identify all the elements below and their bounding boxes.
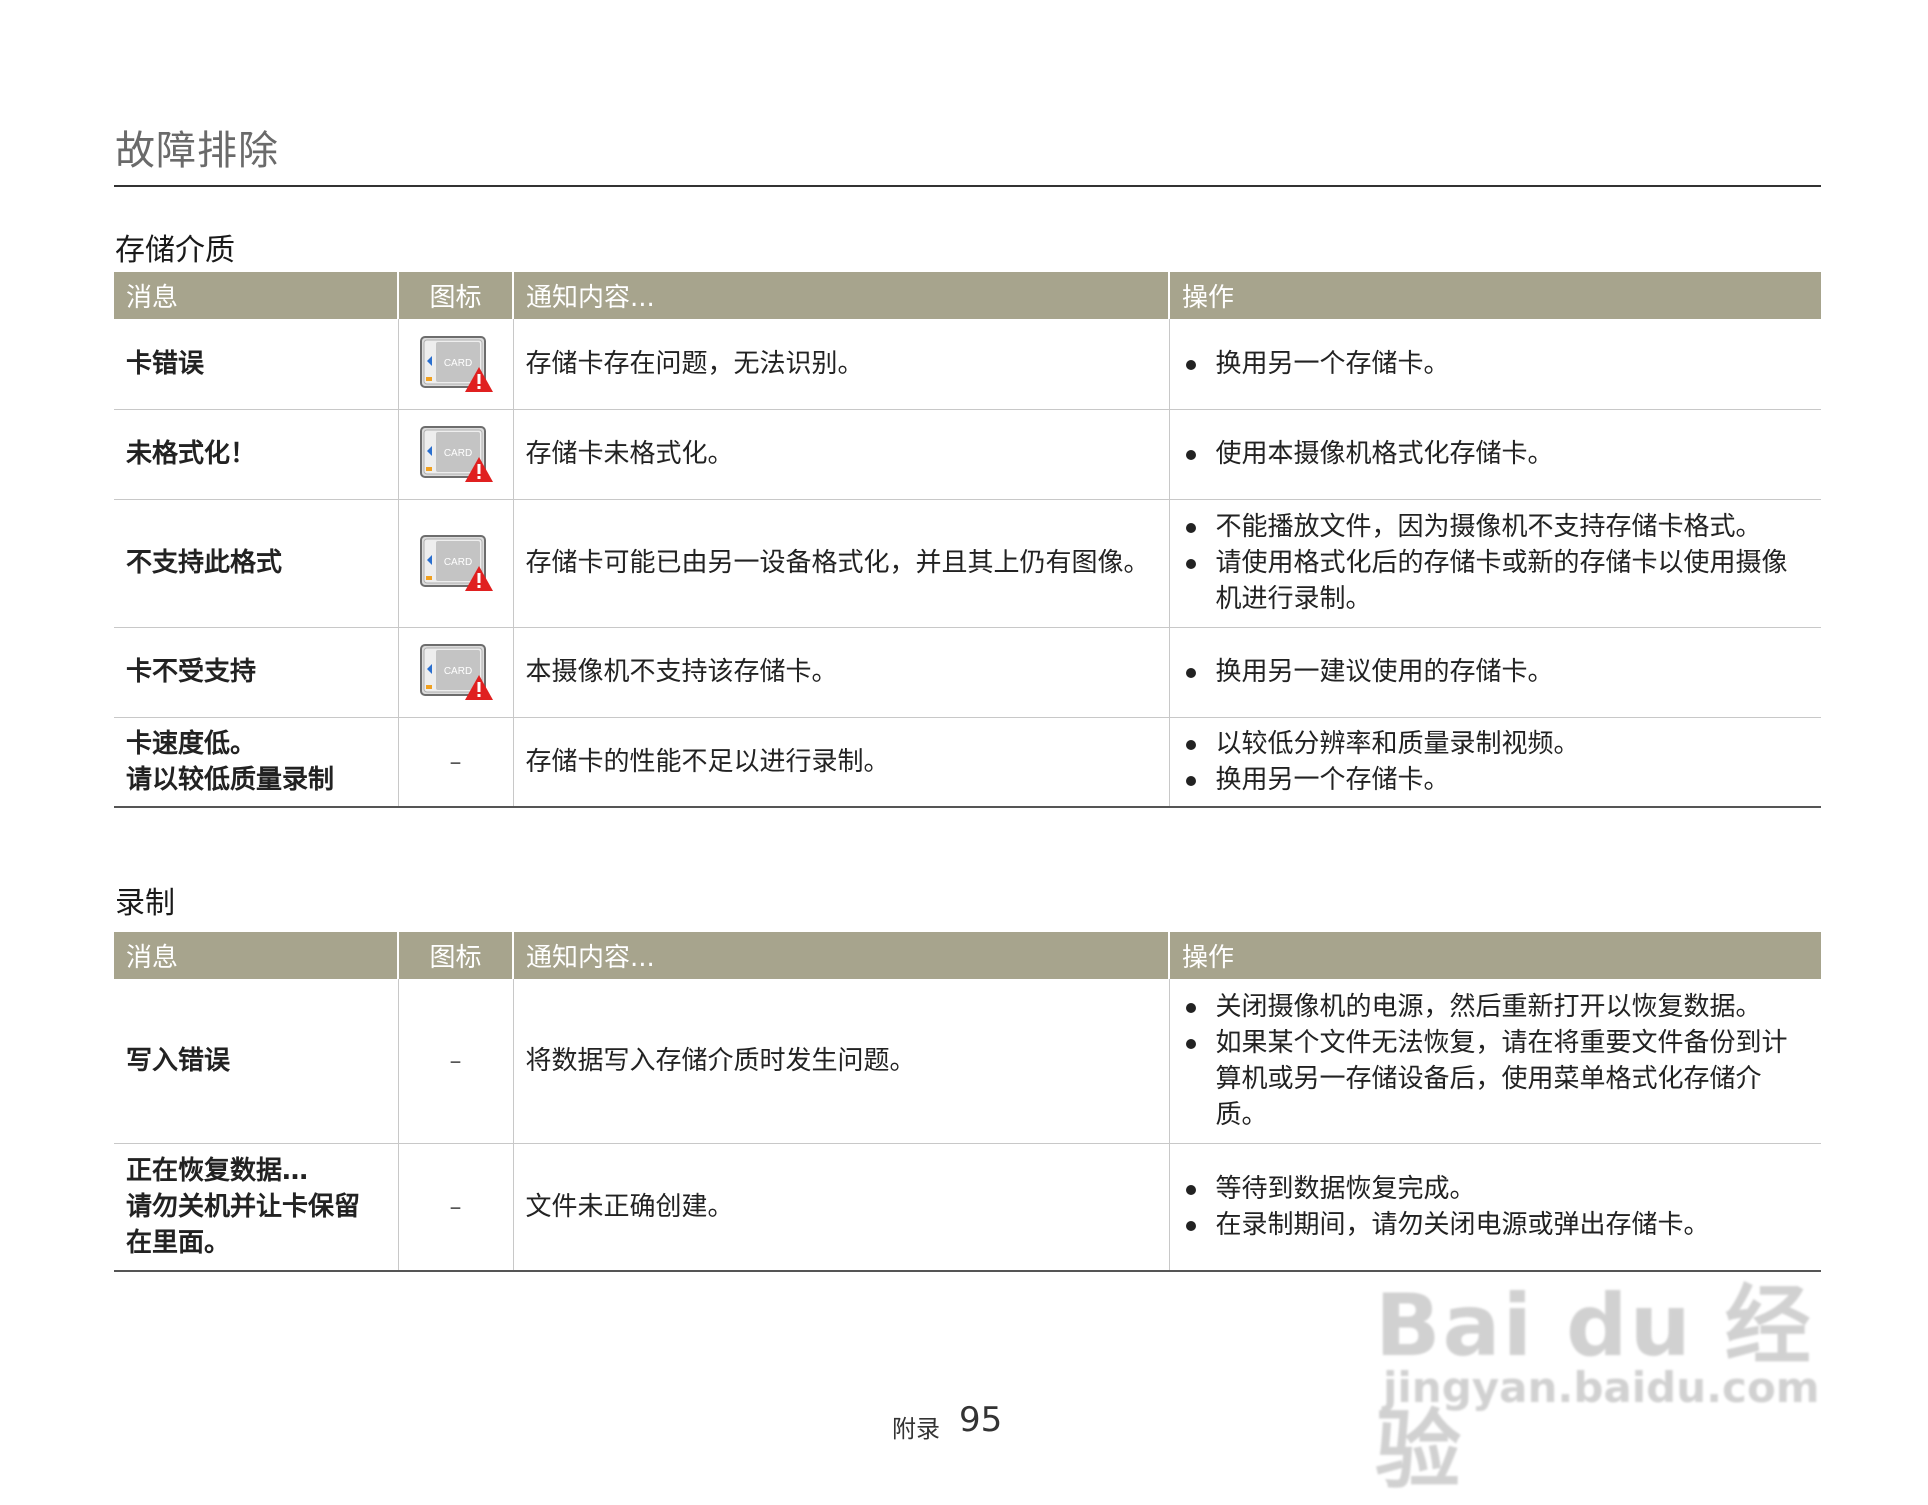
card-warning-icon: CARD bbox=[419, 426, 493, 482]
footer-section-label: 附录 bbox=[892, 1415, 940, 1443]
header-notification: 通知内容... bbox=[512, 932, 1169, 979]
icon-cell: – bbox=[397, 1143, 513, 1272]
message-cell: 卡不受支持 bbox=[114, 627, 398, 718]
no-icon-dash: – bbox=[449, 1046, 462, 1075]
action-cell: 使用本摄像机格式化存储卡。 bbox=[1168, 409, 1821, 500]
action-cell: 以较低分辨率和质量录制视频。 换用另一个存储卡。 bbox=[1168, 717, 1821, 808]
action-list: 关闭摄像机的电源，然后重新打开以恢复数据。 如果某个文件无法恢复，请在将重要文件备… bbox=[1182, 989, 1810, 1133]
no-icon-dash: – bbox=[449, 747, 462, 776]
action-list: 不能播放文件，因为摄像机不支持存储卡格式。 请使用格式化后的存储卡或新的存储卡以使… bbox=[1182, 509, 1810, 617]
card-warning-icon: CARD bbox=[419, 335, 493, 392]
page-number: 95 bbox=[959, 1400, 1003, 1440]
title-divider bbox=[114, 185, 1821, 187]
action-item: 换用另一个存储卡。 bbox=[1182, 762, 1810, 798]
header-icon: 图标 bbox=[397, 932, 513, 979]
message-cell: 卡错误 bbox=[114, 319, 398, 410]
message-cell: 不支持此格式 bbox=[114, 499, 398, 628]
table-row: 卡速度低。 请以较低质量录制 – 存储卡的性能不足以进行录制。 以较低分辨率和质量录制… bbox=[114, 717, 1821, 808]
svg-text:CARD: CARD bbox=[443, 448, 471, 459]
action-cell: 不能播放文件，因为摄像机不支持存储卡格式。 请使用格式化后的存储卡或新的存储卡以使… bbox=[1168, 499, 1821, 628]
icon-cell: CARD bbox=[397, 499, 513, 628]
table-row: 卡不受支持 CARD 本摄像机不支持该存储卡。 换用另一建议使用的存储卡。 bbox=[114, 627, 1821, 718]
header-message: 消息 bbox=[114, 272, 398, 319]
action-item: 使用本摄像机格式化存储卡。 bbox=[1182, 436, 1810, 472]
action-cell: 换用另一个存储卡。 bbox=[1168, 319, 1821, 410]
header-action: 操作 bbox=[1168, 272, 1821, 319]
svg-text:CARD: CARD bbox=[443, 666, 471, 677]
header-icon: 图标 bbox=[397, 272, 513, 319]
notification-cell: 存储卡可能已由另一设备格式化，并且其上仍有图像。 bbox=[512, 499, 1169, 628]
message-cell: 未格式化！ bbox=[114, 409, 398, 500]
message-cell: 正在恢复数据… 请勿关机并让卡保留在里面。 bbox=[114, 1143, 398, 1272]
icon-cell: CARD bbox=[397, 409, 513, 500]
header-message: 消息 bbox=[114, 932, 398, 979]
action-item: 不能播放文件，因为摄像机不支持存储卡格式。 bbox=[1182, 509, 1810, 545]
icon-cell: CARD bbox=[397, 319, 513, 410]
svg-text:CARD: CARD bbox=[443, 557, 471, 568]
section-title-storage: 存储介质 bbox=[115, 233, 235, 268]
notification-cell: 将数据写入存储介质时发生问题。 bbox=[512, 979, 1169, 1144]
message-cell: 写入错误 bbox=[114, 979, 398, 1144]
table-row: 未格式化！ CARD 存储卡未格式化。 使用本摄像机格式化存储卡。 bbox=[114, 409, 1821, 500]
watermark-url: jingyan.baidu.com bbox=[1383, 1363, 1820, 1412]
action-cell: 关闭摄像机的电源，然后重新打开以恢复数据。 如果某个文件无法恢复，请在将重要文件备… bbox=[1168, 979, 1821, 1144]
notification-cell: 存储卡的性能不足以进行录制。 bbox=[512, 717, 1169, 808]
icon-cell: CARD bbox=[397, 627, 513, 718]
action-list: 使用本摄像机格式化存储卡。 bbox=[1182, 436, 1810, 472]
recording-troubleshoot-table: 消息 图标 通知内容... 操作 写入错误 – 将数据写入存储介质时发生问题。 关闭摄… bbox=[114, 932, 1821, 1272]
action-list: 换用另一建议使用的存储卡。 bbox=[1182, 654, 1810, 690]
header-notification: 通知内容... bbox=[512, 272, 1169, 319]
message-cell: 卡速度低。 请以较低质量录制 bbox=[114, 717, 398, 808]
action-cell: 等待到数据恢复完成。 在录制期间，请勿关闭电源或弹出存储卡。 bbox=[1168, 1143, 1821, 1272]
icon-cell: – bbox=[397, 979, 513, 1144]
notification-cell: 存储卡存在问题，无法识别。 bbox=[512, 319, 1169, 410]
card-warning-icon: CARD bbox=[419, 535, 493, 591]
table-row: 正在恢复数据… 请勿关机并让卡保留在里面。 – 文件未正确创建。 等待到数据恢复完成。… bbox=[114, 1143, 1821, 1272]
notification-cell: 文件未正确创建。 bbox=[512, 1143, 1169, 1272]
action-cell: 换用另一建议使用的存储卡。 bbox=[1168, 627, 1821, 718]
no-icon-dash: – bbox=[449, 1192, 462, 1221]
action-list: 换用另一个存储卡。 bbox=[1182, 346, 1810, 382]
action-item: 以较低分辨率和质量录制视频。 bbox=[1182, 726, 1810, 762]
action-list: 等待到数据恢复完成。 在录制期间，请勿关闭电源或弹出存储卡。 bbox=[1182, 1171, 1810, 1243]
section-title-recording: 录制 bbox=[115, 886, 175, 921]
action-list: 以较低分辨率和质量录制视频。 换用另一个存储卡。 bbox=[1182, 726, 1810, 798]
table-header-row: 消息 图标 通知内容... 操作 bbox=[114, 272, 1821, 319]
icon-cell: – bbox=[397, 717, 513, 808]
page-title: 故障排除 bbox=[115, 128, 279, 174]
notification-cell: 本摄像机不支持该存储卡。 bbox=[512, 627, 1169, 718]
storage-troubleshoot-table: 消息 图标 通知内容... 操作 卡错误 CARD 存储卡存在问题，无法识别。换… bbox=[114, 272, 1821, 808]
table-row: 卡错误 CARD 存储卡存在问题，无法识别。 换用另一个存储卡。 bbox=[114, 319, 1821, 410]
action-item: 换用另一个存储卡。 bbox=[1182, 346, 1810, 382]
table-row: 不支持此格式 CARD 存储卡可能已由另一设备格式化，并且其上仍有图像。 不能播放… bbox=[114, 499, 1821, 628]
action-item: 等待到数据恢复完成。 bbox=[1182, 1171, 1810, 1207]
card-warning-icon: CARD bbox=[419, 644, 493, 700]
svg-text:CARD: CARD bbox=[443, 358, 471, 369]
action-item: 在录制期间，请勿关闭电源或弹出存储卡。 bbox=[1182, 1207, 1810, 1243]
table-header-row: 消息 图标 通知内容... 操作 bbox=[114, 932, 1821, 979]
baidu-jingyan-watermark: Bai du 经验 jingyan.baidu.com bbox=[1375, 1255, 1835, 1501]
header-action: 操作 bbox=[1168, 932, 1821, 979]
action-item: 如果某个文件无法恢复，请在将重要文件备份到计算机或另一存储设备后，使用菜单格式化… bbox=[1182, 1025, 1810, 1133]
notification-cell: 存储卡未格式化。 bbox=[512, 409, 1169, 500]
table-row: 写入错误 – 将数据写入存储介质时发生问题。 关闭摄像机的电源，然后重新打开以恢复数据… bbox=[114, 979, 1821, 1144]
action-item: 关闭摄像机的电源，然后重新打开以恢复数据。 bbox=[1182, 989, 1810, 1025]
action-item: 请使用格式化后的存储卡或新的存储卡以使用摄像机进行录制。 bbox=[1182, 545, 1810, 617]
action-item: 换用另一建议使用的存储卡。 bbox=[1182, 654, 1810, 690]
